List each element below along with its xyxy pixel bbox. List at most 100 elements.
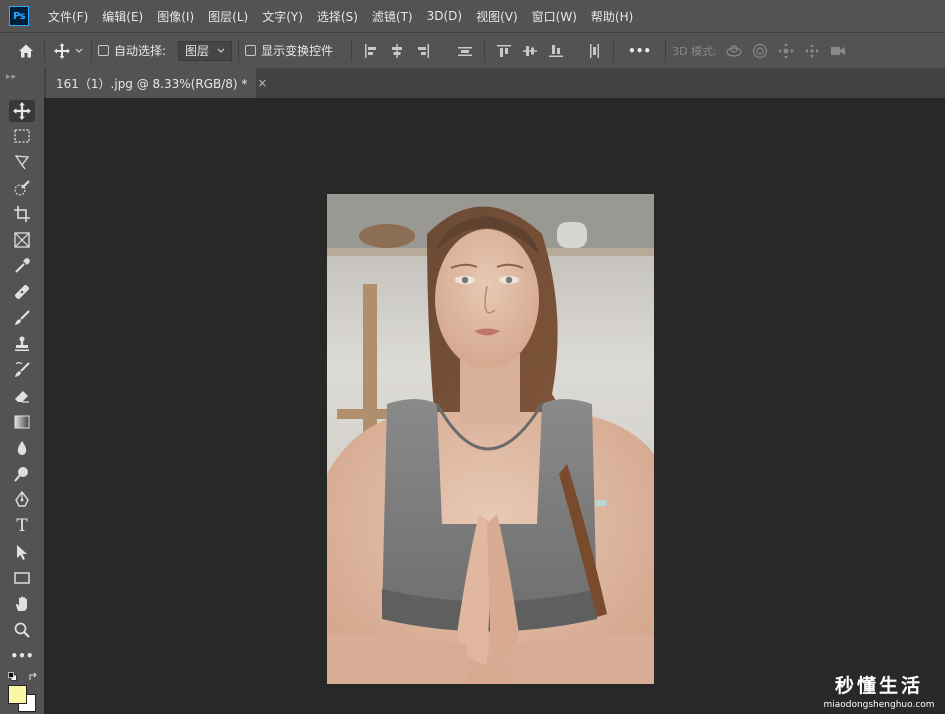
divider: [484, 39, 486, 62]
document-tab-title: 161（1）.jpg @ 8.33%(RGB/8) *: [56, 76, 248, 91]
gradient-icon: [14, 415, 30, 429]
menu-view[interactable]: 视图(V): [469, 8, 525, 25]
menu-bar: Ps 文件(F) 编辑(E) 图像(I) 图层(L) 文字(Y) 选择(S) 滤…: [0, 0, 945, 32]
divider: [238, 39, 240, 62]
menu-select[interactable]: 选择(S): [310, 8, 365, 25]
foreground-color-swatch[interactable]: [8, 685, 27, 704]
rectangle-icon: [14, 572, 30, 584]
bandage-icon: [15, 285, 29, 299]
eraser-tool-button[interactable]: [9, 385, 35, 407]
menu-file[interactable]: 文件(F): [41, 8, 95, 25]
quick-selection-tool-button[interactable]: [9, 177, 35, 199]
auto-select-label: 自动选择:: [114, 44, 167, 58]
show-transform-label: 显示变换控件: [261, 44, 334, 58]
align-left-icon[interactable]: [362, 42, 380, 60]
droplet-icon: [17, 441, 27, 455]
rectangle-tool-button[interactable]: [9, 567, 35, 589]
type-tool-button[interactable]: T: [9, 515, 35, 537]
lasso-tool-button[interactable]: [9, 151, 35, 173]
dodge-icon: [14, 467, 28, 482]
blur-tool-button[interactable]: [9, 437, 35, 459]
menu-edit[interactable]: 编辑(E): [95, 8, 150, 25]
watermark-title: 秒懂生活: [834, 675, 923, 697]
eyedropper-tool-button[interactable]: [9, 255, 35, 277]
watermark-url: miaodongshenghuo.com: [823, 700, 935, 710]
home-icon[interactable]: [14, 39, 38, 63]
auto-select-target-dropdown[interactable]: 图层: [178, 40, 233, 61]
path-selection-tool-button[interactable]: [9, 541, 35, 563]
distribute-vertical-icon[interactable]: [585, 42, 603, 60]
arrow-pointer-icon: [17, 545, 27, 560]
menu-help[interactable]: 帮助(H): [584, 8, 640, 25]
show-transform-checkbox[interactable]: [245, 45, 257, 56]
healing-brush-tool-button[interactable]: [9, 281, 35, 303]
align-bottom-icon[interactable]: [547, 42, 565, 60]
menu-layer[interactable]: 图层(L): [201, 8, 255, 25]
quick-selection-icon: [14, 180, 30, 196]
divider: [351, 39, 353, 62]
photoshop-logo[interactable]: Ps: [9, 6, 29, 26]
document-canvas-photo[interactable]: [327, 194, 654, 684]
gradient-tool-button[interactable]: [9, 411, 35, 433]
align-top-icon[interactable]: [495, 42, 513, 60]
align-horizontal-center-icon[interactable]: [388, 42, 406, 60]
menu-filter[interactable]: 滤镜(T): [365, 8, 420, 25]
edit-toolbar-button[interactable]: •••: [9, 645, 35, 667]
document-tab-bar: 161（1）.jpg @ 8.33%(RGB/8) * ×: [44, 68, 945, 98]
more-options-button[interactable]: •••: [628, 44, 651, 58]
divider: [665, 39, 667, 62]
divider: [44, 39, 45, 62]
swap-colors-icon[interactable]: [28, 672, 38, 682]
watermark: 秒懂生活 miaodongshenghuo.com: [819, 671, 939, 710]
slide-3d-icon[interactable]: [803, 42, 821, 60]
tools-panel: ▸▸ T •••: [0, 68, 44, 714]
pen-icon: [15, 491, 29, 507]
panel-collapse-handle[interactable]: ▸▸: [6, 72, 36, 86]
history-brush-tool-button[interactable]: [9, 359, 35, 381]
crop-tool-button[interactable]: [9, 203, 35, 225]
menu-window[interactable]: 窗口(W): [525, 8, 584, 25]
canvas-area[interactable]: 秒懂生活 miaodongshenghuo.com: [44, 98, 945, 714]
3d-mode-label: 3D 模式:: [672, 44, 717, 58]
rectangular-marquee-icon: [14, 129, 30, 143]
divider: [91, 39, 92, 62]
menu-3d[interactable]: 3D(D): [420, 9, 469, 23]
hand-tool-button[interactable]: [9, 593, 35, 615]
move-tool-preset-icon[interactable]: [51, 39, 73, 63]
brush-tool-button[interactable]: [9, 307, 35, 329]
brush-icon: [15, 310, 30, 325]
magnifier-icon: [14, 622, 30, 638]
divider: [613, 39, 615, 62]
chevron-down-icon[interactable]: [73, 39, 85, 63]
lasso-icon: [14, 155, 30, 170]
menu-image[interactable]: 图像(I): [150, 8, 201, 25]
default-colors-icon[interactable]: [8, 672, 17, 681]
marquee-tool-button[interactable]: [9, 125, 35, 147]
crop-icon: [14, 206, 30, 222]
align-vertical-center-icon[interactable]: [521, 42, 539, 60]
document-tab[interactable]: 161（1）.jpg @ 8.33%(RGB/8) * ×: [46, 68, 267, 98]
frame-tool-button[interactable]: [9, 229, 35, 251]
orbit-3d-icon[interactable]: [725, 42, 743, 60]
eyedropper-icon: [15, 258, 30, 273]
camera-3d-icon[interactable]: [829, 42, 847, 60]
clone-stamp-tool-button[interactable]: [9, 333, 35, 355]
chevron-down-icon: [217, 48, 225, 53]
auto-select-checkbox[interactable]: [98, 45, 109, 56]
color-swatches: [5, 672, 39, 712]
stamp-icon: [15, 336, 29, 351]
zoom-tool-button[interactable]: [9, 619, 35, 641]
pen-tool-button[interactable]: [9, 489, 35, 511]
menu-type[interactable]: 文字(Y): [255, 8, 310, 25]
roll-3d-icon[interactable]: [751, 42, 769, 60]
move-icon: [13, 102, 31, 120]
hand-icon: [16, 596, 27, 611]
distribute-horizontal-icon[interactable]: [456, 42, 474, 60]
move-tool-button[interactable]: [9, 100, 35, 122]
portrait-photo: [327, 194, 654, 684]
dodge-tool-button[interactable]: [9, 463, 35, 485]
pan-3d-icon[interactable]: [777, 42, 795, 60]
options-bar: 自动选择: 图层 显示变换控件 ••• 3D 模式:: [0, 32, 945, 68]
close-icon[interactable]: ×: [257, 76, 267, 90]
align-right-icon[interactable]: [414, 42, 432, 60]
